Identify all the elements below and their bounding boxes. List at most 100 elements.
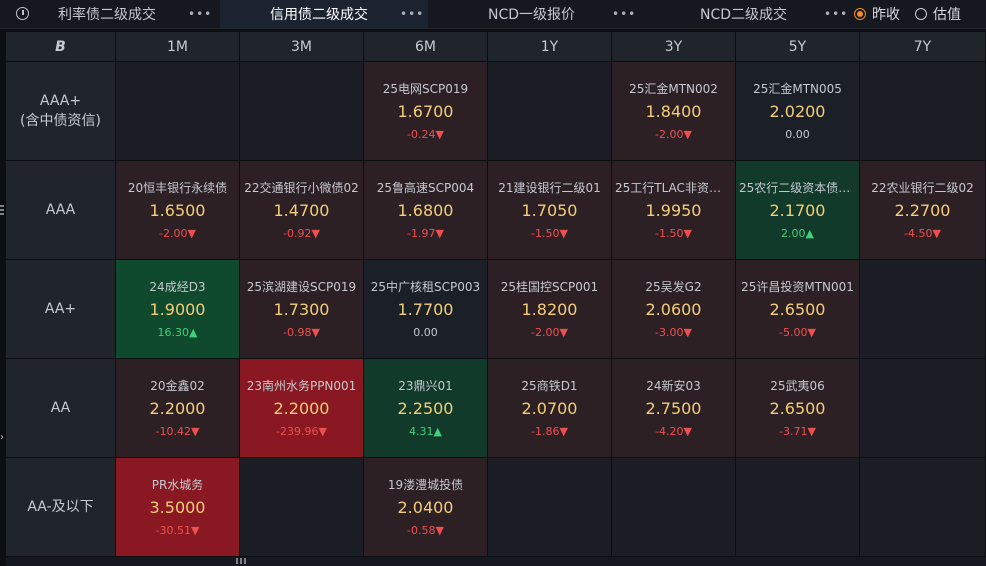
bond-cell[interactable]: 23鼎兴01 2.2500 4.31▲ (364, 359, 488, 458)
column-header[interactable]: 7Y (860, 32, 986, 62)
radio-valuation[interactable]: 估值 (915, 0, 961, 28)
bond-change: -10.42▼ (155, 425, 200, 438)
bond-yield: 1.6500 (149, 201, 206, 220)
bond-name: 25商铁D1 (521, 379, 578, 393)
bond-change: -2.00▼ (655, 128, 692, 141)
bond-change: -2.00▼ (159, 227, 196, 240)
more-icon[interactable]: ••• (824, 7, 848, 21)
bond-name: 25农行二级资本债0... (739, 181, 858, 195)
bond-cell[interactable]: 20金鑫02 2.2000 -10.42▼ (116, 359, 240, 458)
info-icon[interactable] (16, 7, 29, 20)
bond-change: -0.98▼ (283, 326, 320, 339)
row-header: AA (6, 359, 116, 458)
bond-name: 25许昌投资MTN001 (741, 280, 854, 294)
bond-yield: 1.9000 (149, 300, 206, 319)
bond-yield: 3.5000 (149, 498, 206, 517)
bond-cell[interactable]: 24新安03 2.7500 -4.20▼ (612, 359, 736, 458)
bond-cell[interactable]: 25农行二级资本债0... 2.1700 2.00▲ (736, 161, 860, 260)
bond-change: -3.00▼ (655, 326, 692, 339)
bond-name: PR水城务 (151, 478, 204, 492)
bond-change: -5.00▼ (779, 326, 816, 339)
bond-change: -3.71▼ (779, 425, 816, 438)
column-header[interactable]: 6M (364, 32, 488, 62)
tab-label: 利率债二级成交 (58, 7, 156, 23)
empty-cell (488, 458, 612, 557)
bond-cell[interactable]: 25鲁高速SCP004 1.6800 -1.97▼ (364, 161, 488, 260)
resize-grip-icon[interactable] (0, 205, 4, 217)
bond-cell[interactable]: 19溇澧城投债 2.0400 -0.58▼ (364, 458, 488, 557)
column-header[interactable]: 3Y (612, 32, 736, 62)
bond-cell[interactable]: 25电网SCP019 1.6700 -0.24▼ (364, 62, 488, 161)
bond-change: -1.97▼ (407, 227, 444, 240)
bond-change: -0.24▼ (407, 128, 444, 141)
bond-change: -4.20▼ (655, 425, 692, 438)
bond-cell[interactable]: PR水城务 3.5000 -30.51▼ (116, 458, 240, 557)
bond-name: 20恒丰银行永续债 (127, 181, 228, 195)
bond-cell[interactable]: 20恒丰银行永续债 1.6500 -2.00▼ (116, 161, 240, 260)
bond-yield: 2.0400 (397, 498, 454, 517)
bond-change: 2.00▲ (781, 227, 814, 240)
bond-yield: 1.6700 (397, 102, 454, 121)
bond-yield: 2.0200 (769, 102, 826, 121)
more-icon[interactable]: ••• (400, 7, 424, 21)
bond-cell[interactable]: 25吴发G2 2.0600 -3.00▼ (612, 260, 736, 359)
corner-logo-icon: B (6, 32, 116, 62)
empty-cell (116, 62, 240, 161)
bond-change: 4.31▲ (409, 425, 442, 438)
bond-cell[interactable]: 25汇金MTN002 1.8400 -2.00▼ (612, 62, 736, 161)
tab-ncd-secondary[interactable]: NCD二级成交 ••• (644, 0, 847, 28)
chevron-right-icon[interactable]: › (0, 432, 4, 443)
bond-change: -2.00▼ (531, 326, 568, 339)
bond-name: 23鼎兴01 (398, 379, 453, 393)
bond-yield: 2.6500 (769, 300, 826, 319)
empty-cell (612, 458, 736, 557)
more-icon[interactable]: ••• (188, 7, 212, 21)
bond-name: 21建设银行二级01 (498, 181, 601, 195)
column-header[interactable]: 5Y (736, 32, 860, 62)
bond-cell[interactable]: 25许昌投资MTN001 2.6500 -5.00▼ (736, 260, 860, 359)
bond-change: -1.50▼ (655, 227, 692, 240)
bottom-scrollbar[interactable] (6, 557, 986, 566)
empty-cell (860, 260, 986, 359)
radio-prev-close[interactable]: 昨收 (854, 0, 900, 28)
bond-cell[interactable]: 25工行TLAC非资本... 1.9950 -1.50▼ (612, 161, 736, 260)
bond-cell[interactable]: 25商铁D1 2.0700 -1.86▼ (488, 359, 612, 458)
bond-name: 24新安03 (646, 379, 701, 393)
bond-name: 19溇澧城投债 (387, 478, 464, 492)
bond-cell[interactable]: 25滨湖建设SCP019 1.7300 -0.98▼ (240, 260, 364, 359)
more-icon[interactable]: ••• (612, 7, 636, 21)
tab-rate-bond-secondary[interactable]: 利率债二级成交 ••• (40, 0, 216, 28)
bond-cell[interactable]: 23南州水务PPN001 2.2000 -239.96▼ (240, 359, 364, 458)
bond-change: -0.58▼ (407, 524, 444, 537)
bond-cell[interactable]: 24成经D3 1.9000 16.30▲ (116, 260, 240, 359)
bond-name: 25汇金MTN005 (753, 82, 842, 96)
bond-yield: 1.8400 (645, 102, 702, 121)
bond-cell[interactable]: 22交通银行小微债02 1.4700 -0.92▼ (240, 161, 364, 260)
bond-change: -1.50▼ (531, 227, 568, 240)
tab-credit-bond-secondary[interactable]: 信用债二级成交 ••• (220, 0, 428, 28)
row-header: AA-及以下 (6, 458, 116, 557)
bond-cell[interactable]: 25武夷06 2.6500 -3.71▼ (736, 359, 860, 458)
column-header[interactable]: 1Y (488, 32, 612, 62)
tab-label: NCD二级成交 (700, 7, 788, 23)
bond-cell[interactable]: 25汇金MTN005 2.0200 0.00 (736, 62, 860, 161)
bond-cell[interactable]: 25中广核租SCP003 1.7700 0.00 (364, 260, 488, 359)
column-header[interactable]: 3M (240, 32, 364, 62)
empty-cell (860, 62, 986, 161)
bond-yield: 1.7300 (273, 300, 330, 319)
bond-yield: 1.8200 (521, 300, 578, 319)
bond-cell[interactable]: 22农业银行二级02 2.2700 -4.50▼ (860, 161, 986, 260)
bond-yield: 1.6800 (397, 201, 454, 220)
bond-yield: 2.0600 (645, 300, 702, 319)
tab-label: NCD一级报价 (488, 7, 576, 23)
bond-cell[interactable]: 21建设银行二级01 1.7050 -1.50▼ (488, 161, 612, 260)
radio-unselected-icon (915, 8, 927, 20)
bond-cell[interactable]: 25桂国控SCP001 1.8200 -2.00▼ (488, 260, 612, 359)
drag-handle-icon[interactable] (236, 558, 246, 564)
tab-ncd-primary-quote[interactable]: NCD一级报价 ••• (432, 0, 640, 28)
column-header[interactable]: 1M (116, 32, 240, 62)
bond-name: 25桂国控SCP001 (500, 280, 599, 294)
rating-label: AA+ (44, 301, 77, 317)
bond-name: 22农业银行二级02 (871, 181, 974, 195)
bond-name: 25工行TLAC非资本... (615, 181, 733, 195)
